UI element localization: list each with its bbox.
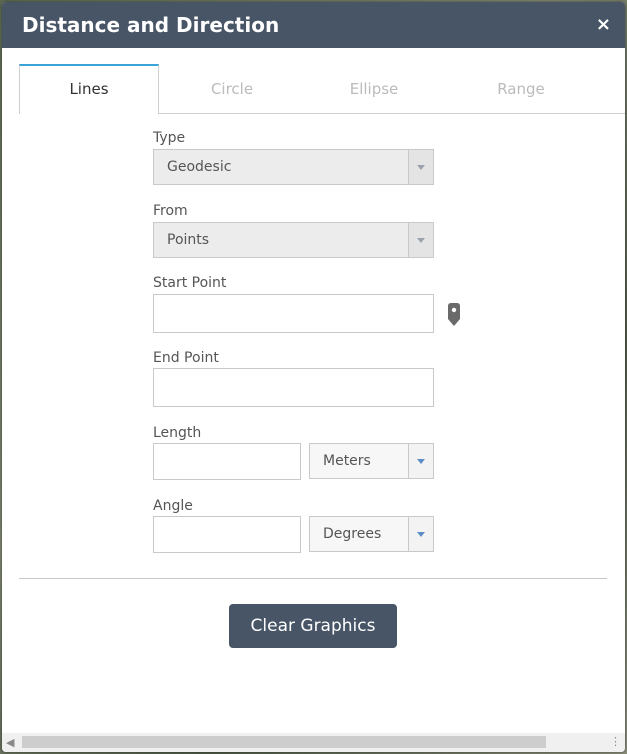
type-select[interactable]: Geodesic xyxy=(153,149,434,185)
start-point-label: Start Point xyxy=(153,275,227,291)
tab-ellipse[interactable]: Ellipse xyxy=(304,64,444,113)
resize-grip-icon[interactable]: ⋮ xyxy=(610,735,621,748)
from-select[interactable]: Points xyxy=(153,222,434,258)
length-unit-dropdown-button[interactable] xyxy=(408,444,433,478)
map-pin-icon[interactable] xyxy=(446,303,462,327)
panel-title: Distance and Direction xyxy=(22,13,280,37)
angle-input[interactable] xyxy=(153,516,301,553)
chevron-down-icon xyxy=(417,165,425,170)
clear-graphics-button[interactable]: Clear Graphics xyxy=(229,604,397,648)
type-dropdown-button[interactable] xyxy=(408,150,433,184)
panel-titlebar: Distance and Direction × xyxy=(2,2,625,48)
chevron-down-icon xyxy=(417,238,425,243)
horizontal-scrollbar[interactable]: ◀ ⋮ xyxy=(2,733,625,752)
section-divider xyxy=(19,578,607,579)
angle-unit-select[interactable]: Degrees xyxy=(309,516,434,552)
from-value: Points xyxy=(167,232,210,248)
angle-unit-value: Degrees xyxy=(323,526,382,542)
end-point-label: End Point xyxy=(153,350,219,366)
scrollbar-thumb[interactable] xyxy=(22,736,546,748)
tab-range[interactable]: Range xyxy=(451,64,591,113)
type-value: Geodesic xyxy=(167,159,232,175)
type-label: Type xyxy=(153,130,186,146)
angle-unit-dropdown-button[interactable] xyxy=(408,517,433,551)
angle-label: Angle xyxy=(153,498,193,514)
length-label: Length xyxy=(153,425,202,441)
length-unit-value: Meters xyxy=(323,453,371,469)
length-unit-select[interactable]: Meters xyxy=(309,443,434,479)
scroll-left-icon[interactable]: ◀ xyxy=(6,736,14,749)
chevron-down-icon xyxy=(417,532,425,537)
distance-direction-panel: Distance and Direction × Lines Circle El… xyxy=(2,2,625,752)
tab-lines[interactable]: Lines xyxy=(19,64,159,114)
length-input[interactable] xyxy=(153,443,301,480)
start-point-input[interactable] xyxy=(153,294,434,333)
tab-bar: Lines Circle Ellipse Range xyxy=(19,64,625,114)
tab-circle[interactable]: Circle xyxy=(162,64,302,113)
close-icon[interactable]: × xyxy=(596,14,611,35)
from-dropdown-button[interactable] xyxy=(408,223,433,257)
from-label: From xyxy=(153,203,188,219)
end-point-input[interactable] xyxy=(153,368,434,407)
chevron-down-icon xyxy=(417,459,425,464)
